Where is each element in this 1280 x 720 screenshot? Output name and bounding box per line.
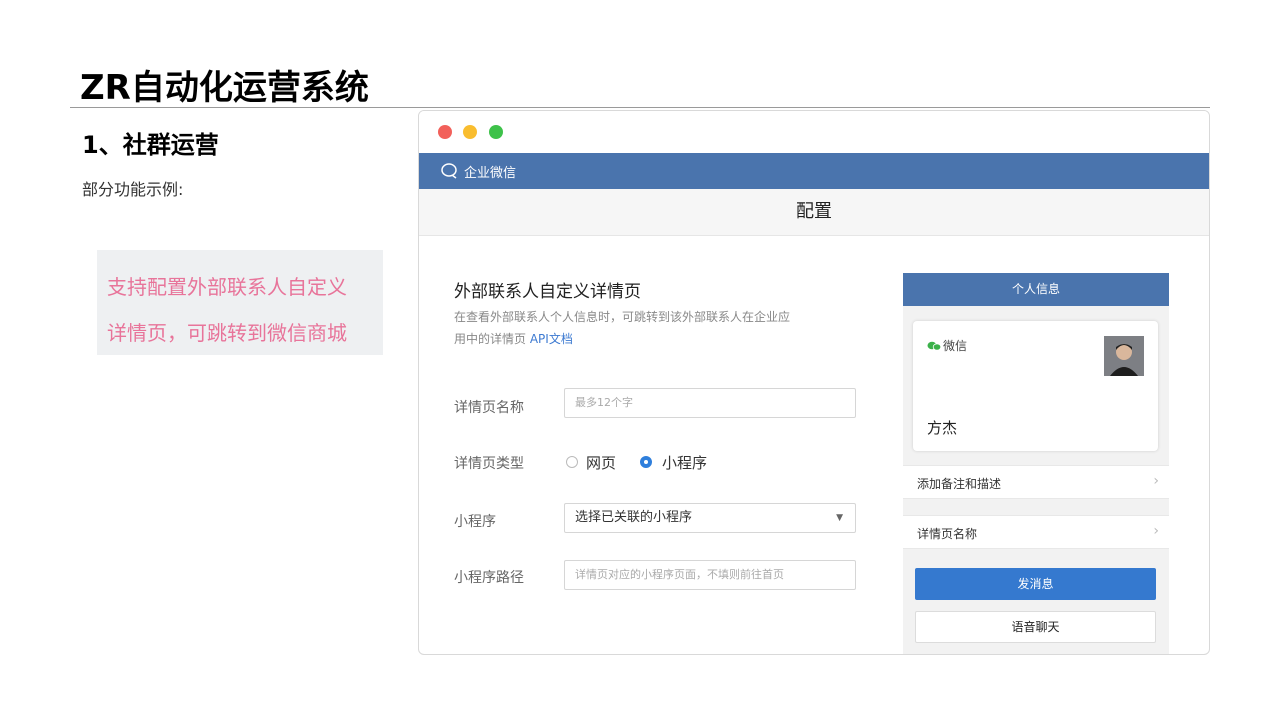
form-description-line-1: 在查看外部联系人个人信息时，可跳转到该外部联系人在企业应: [454, 310, 791, 324]
app-name: 企业微信: [464, 166, 517, 181]
wechat-label: 微信: [943, 339, 968, 353]
wechat-icon: [927, 341, 941, 351]
remark-row-label: 添加备注和描述: [917, 477, 1002, 491]
radio-miniprogram-label[interactable]: 小程序: [662, 452, 707, 473]
miniprogram-label: 小程序: [454, 514, 496, 530]
window-titlebar: [419, 111, 1209, 153]
form-description: 在查看外部联系人个人信息时，可跳转到该外部联系人在企业应 用中的详情页 API文…: [454, 306, 864, 350]
window-maximize-button[interactable]: [489, 125, 503, 139]
detail-name-input[interactable]: 最多12个字: [564, 388, 856, 418]
app-window: 企业微信 配置 外部联系人自定义详情页 在查看外部联系人个人信息时，可跳转到该外…: [418, 110, 1210, 655]
miniprogram-path-label: 小程序路径: [454, 570, 524, 586]
page-title: 配置: [796, 201, 832, 222]
miniprogram-select-value: 选择已关联的小程序: [575, 510, 693, 525]
avatar-person-icon: [1104, 336, 1144, 376]
detail-name-label: 详情页名称: [454, 400, 524, 416]
section-heading: 1、社群运营: [82, 131, 219, 159]
window-minimize-button[interactable]: [463, 125, 477, 139]
feature-note-line-1: 支持配置外部联系人自定义: [107, 275, 347, 299]
api-doc-link[interactable]: API文档: [530, 332, 573, 346]
feature-note-box: 支持配置外部联系人自定义 详情页，可跳转到微信商城: [97, 250, 383, 355]
feature-note-line-2: 详情页，可跳转到微信商城: [107, 321, 347, 345]
chevron-right-icon: ›: [1153, 473, 1159, 489]
preview-header: 个人信息: [903, 273, 1169, 306]
detail-page-row[interactable]: 详情页名称 ›: [903, 515, 1169, 549]
form-title: 外部联系人自定义详情页: [454, 282, 641, 302]
detail-page-row-label: 详情页名称: [917, 527, 978, 541]
section-subtitle: 部分功能示例:: [82, 180, 184, 199]
avatar: [1104, 336, 1144, 376]
detail-type-label: 详情页类型: [454, 456, 524, 472]
miniprogram-path-input[interactable]: 详情页对应的小程序页面，不填则前往首页: [564, 560, 856, 590]
voice-chat-button[interactable]: 语音聊天: [915, 611, 1156, 643]
page-header: 配置: [419, 189, 1209, 236]
title-divider: [70, 107, 1210, 108]
chevron-down-icon: ▼: [836, 513, 843, 523]
profile-card: 微信 方杰: [913, 321, 1158, 451]
slide-title: ZR自动化运营系统: [80, 68, 369, 108]
chevron-right-icon: ›: [1153, 523, 1159, 539]
wework-logo-icon: [441, 163, 457, 179]
window-close-button[interactable]: [438, 125, 452, 139]
radio-webpage[interactable]: [566, 456, 578, 468]
app-header-bar: 企业微信: [419, 153, 1209, 189]
contact-name: 方杰: [927, 419, 958, 437]
radio-miniprogram[interactable]: [640, 456, 652, 468]
send-message-button[interactable]: 发消息: [915, 568, 1156, 600]
contact-preview-panel: 个人信息 微信 方杰 添加备注和描述 › 详情页名称 › 发消息 语音聊天: [903, 273, 1169, 654]
miniprogram-select[interactable]: 选择已关联的小程序 ▼: [564, 503, 856, 533]
form-description-text: 用中的详情页: [454, 332, 527, 346]
radio-webpage-label[interactable]: 网页: [586, 452, 616, 473]
form-description-line-2: 用中的详情页 API文档: [454, 328, 864, 350]
remark-row[interactable]: 添加备注和描述 ›: [903, 465, 1169, 499]
